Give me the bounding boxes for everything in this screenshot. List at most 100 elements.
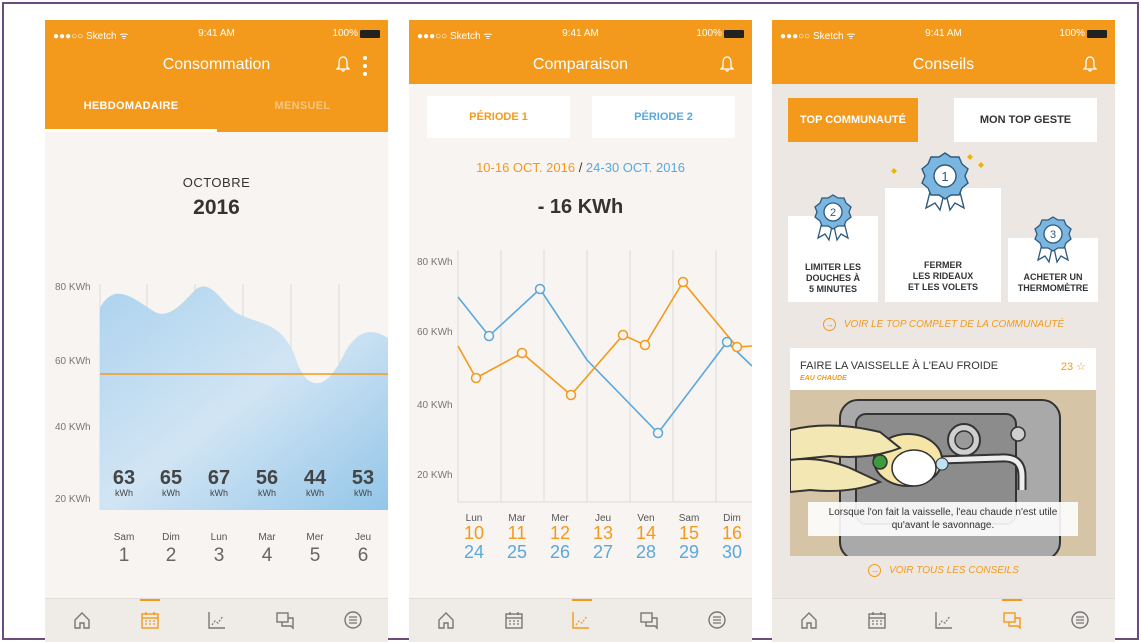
bottom-nav [409,598,752,642]
y-label: 40 KWh [417,400,453,411]
day-item[interactable]: Sam 1 [104,532,144,567]
tab-monthly[interactable]: MENSUEL [217,90,388,132]
data-point [731,341,743,353]
chart-icon[interactable] [570,609,592,631]
year-label: 2016 [193,196,240,219]
menu-icon[interactable] [706,609,728,631]
header: ●●●○○ Sketch ᯤ 9:41 AM 100% Conseils [772,20,1115,84]
tip-score: 23 ☆ [1060,361,1086,373]
battery-label: 100% [332,28,358,39]
arrow-circle-icon: → [822,318,836,331]
y-label: 20 KWh [417,470,453,481]
nav-indicator [140,599,160,601]
calendar-icon[interactable] [503,609,525,631]
menu-icon[interactable] [1069,609,1091,631]
bell-icon[interactable] [1083,56,1097,72]
value-label: 44 kWh [303,467,327,498]
day-item[interactable]: Jeu 13 27 [587,513,619,562]
screen-conseils: ●●●○○ Sketch ᯤ 9:41 AM 100% Conseils TOP… [772,20,1115,642]
see-top-link[interactable]: → VOIR LE TOP COMPLET DE LA COMMUNAUTÉ [772,318,1115,331]
see-all-tips-link[interactable]: → VOIR TOUS LES CONSEILS [772,564,1115,577]
medal-icon: 2 [814,194,852,242]
date-range-1: 10-16 OCT. 2016 [476,160,576,175]
nav-indicator [572,599,592,601]
data-point [470,372,482,384]
date-separator: / [575,160,586,175]
my-top-button[interactable]: MON TOP GESTE [954,98,1097,142]
tip-card[interactable]: FAIRE LA VAISSELLE À L'EAU FROIDE EAU CH… [790,348,1096,556]
day-item[interactable]: Sam 15 29 [673,513,705,562]
data-point [617,329,629,341]
chat-icon[interactable] [1001,609,1023,631]
date-range-2: 24-30 OCT. 2016 [585,160,685,175]
period-2-button[interactable]: PÉRIODE 2 [592,96,735,138]
tip-illustration: Lorsque l'on fait la vaisselle, l'eau ch… [790,390,1096,556]
data-point [677,276,689,288]
y-label: 20 KWh [55,494,91,505]
day-item[interactable]: Mer 12 26 [544,513,576,562]
data-point [639,339,651,351]
bell-icon[interactable] [336,56,350,72]
screen-consommation: ●●●○○ Sketch ᯤ 9:41 AM 100% Consommation… [45,20,388,642]
day-item[interactable]: Mer 5 [295,532,335,567]
series-period-2 [457,287,752,435]
arrow-circle-icon: → [868,564,882,577]
day-item[interactable]: Ven 14 28 [630,513,662,562]
rank-number: 1 [941,169,948,184]
calendar-icon[interactable] [139,609,161,631]
header: ●●●○○ Sketch ᯤ 9:41 AM 100% Comparaison [409,20,752,84]
home-icon[interactable] [798,609,820,631]
bell-icon[interactable] [720,56,734,72]
day-item[interactable]: Lun 10 24 [458,513,490,562]
period-1-button[interactable]: PÉRIODE 1 [427,96,570,138]
bottom-nav [772,598,1115,642]
tip-category: EAU CHAUDE [800,375,847,382]
card-label: LIMITER LES DOUCHES À 5 MINUTES [805,262,861,294]
medal-icon: 1 [921,152,969,212]
day-item[interactable]: Jeu 6 [343,532,383,567]
battery-label: 100% [1059,28,1085,39]
data-point [534,283,546,295]
see-all-label: VOIR TOUS LES CONSEILS [889,565,1019,577]
status-bar: ●●●○○ Sketch ᯤ 9:41 AM 100% [45,28,388,42]
top-community-button[interactable]: TOP COMMUNAUTÉ [788,98,918,142]
day-item[interactable]: Mar 4 [247,532,287,567]
page-title: Conseils [912,56,975,73]
day-item[interactable]: Dim 16 30 [716,513,748,562]
screen-comparaison: ●●●○○ Sketch ᯤ 9:41 AM 100% Comparaison … [409,20,752,642]
card-label: FERMER LES RIDEAUX ET LES VOLETS [907,260,978,292]
value-label: 67 kWh [207,467,231,498]
date-range: 10-16 OCT. 2016 / 24-30 OCT. 2016 [409,160,752,175]
chart-icon[interactable] [206,609,228,631]
calendar-icon[interactable] [866,609,888,631]
data-point [652,427,664,439]
y-label: 80 KWh [417,257,453,268]
menu-icon[interactable] [342,609,364,631]
see-top-label: VOIR LE TOP COMPLET DE LA COMMUNAUTÉ [843,319,1065,331]
home-icon[interactable] [435,609,457,631]
data-point [565,389,577,401]
card-label: ACHETER UN THERMOMÈTRE [1017,272,1089,293]
y-label: 80 KWh [55,282,91,293]
battery-icon [1087,30,1107,38]
tab-weekly[interactable]: HEBDOMADAIRE [45,90,217,132]
chat-icon[interactable] [638,609,660,631]
chart-icon[interactable] [933,609,955,631]
home-icon[interactable] [71,609,93,631]
y-label: 40 KWh [55,422,91,433]
battery-icon [724,30,744,38]
chat-icon[interactable] [274,609,296,631]
more-icon[interactable] [362,54,368,76]
value-label: 65 kWh [159,467,183,498]
value-label: 56 kWh [255,467,279,498]
day-item[interactable]: Dim 2 [151,532,191,567]
rank-number: 3 [1050,229,1056,241]
value-label: 53 kWh [351,467,375,498]
header: ●●●○○ Sketch ᯤ 9:41 AM 100% Consommation… [45,20,388,132]
day-item[interactable]: Mar 11 25 [501,513,533,562]
day-item[interactable]: Lun 3 [199,532,239,567]
status-bar: ●●●○○ Sketch ᯤ 9:41 AM 100% [409,28,752,42]
data-point [721,336,733,348]
tip-title: FAIRE LA VAISSELLE À L'EAU FROIDE [800,360,999,372]
month-label: OCTOBRE [182,175,251,190]
